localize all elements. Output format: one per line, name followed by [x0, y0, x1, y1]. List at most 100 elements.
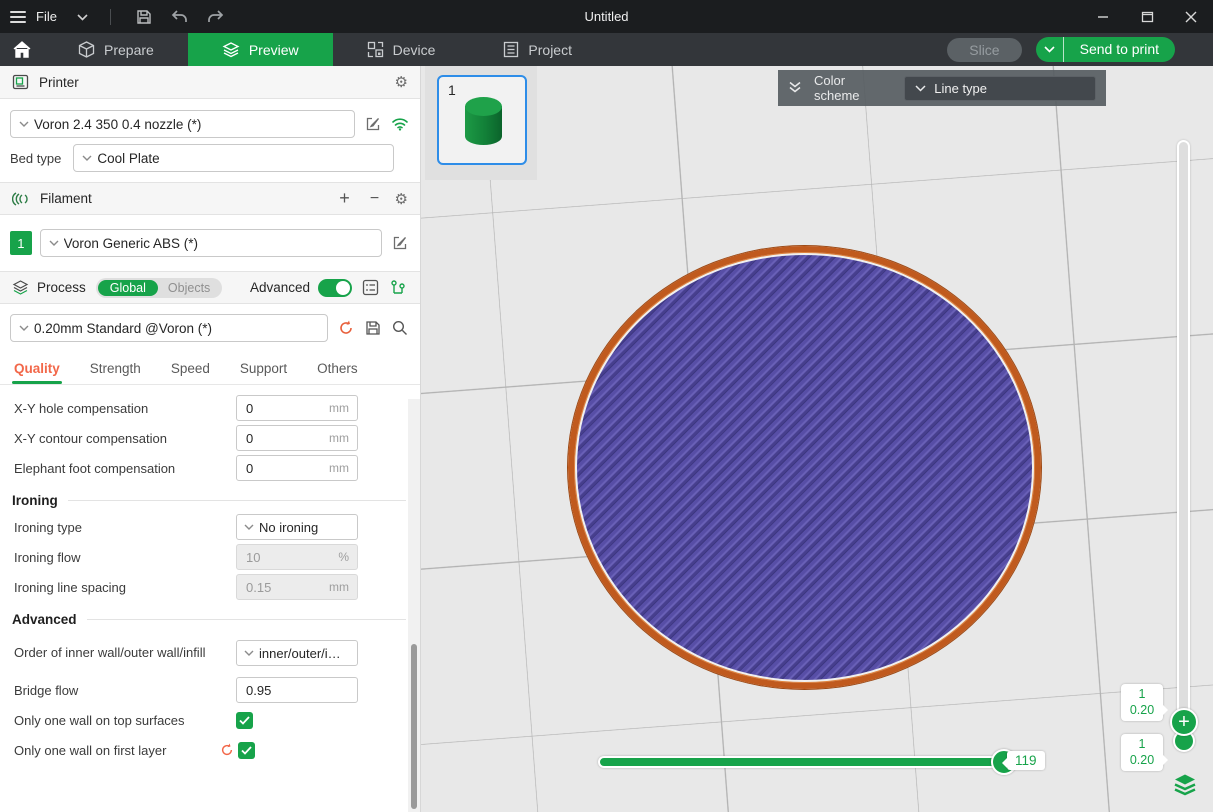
param-row: Ironing line spacing mm	[14, 572, 420, 602]
one-wall-first-layer-checkbox[interactable]	[238, 742, 255, 759]
layer-slider-bottom-tooltip: 1 0.20	[1121, 734, 1163, 771]
ironing-type-select[interactable]: No ironing	[236, 514, 358, 540]
panel-scrollbar-thumb[interactable]	[411, 644, 417, 809]
xy-contour-compensation-field[interactable]: mm	[236, 425, 358, 451]
search-icon[interactable]	[391, 318, 410, 338]
param-row: Only one wall on first layer	[14, 735, 420, 765]
panel-scrollbar[interactable]	[408, 399, 420, 812]
scope-global[interactable]: Global	[98, 280, 158, 296]
tab-strength[interactable]: Strength	[90, 354, 141, 384]
param-input[interactable]	[237, 683, 357, 698]
param-input[interactable]	[237, 431, 329, 446]
process-scope-switch[interactable]: Global Objects	[96, 278, 223, 298]
layers-view-icon[interactable]	[1171, 772, 1199, 799]
object-thumbnail-cylinder	[465, 97, 502, 145]
param-unit: %	[338, 550, 357, 564]
param-unit: mm	[329, 461, 357, 475]
plate-thumbnail[interactable]: 1	[437, 75, 527, 165]
wall-order-select[interactable]: inner/outer/i…	[236, 640, 358, 666]
param-unit: mm	[329, 431, 357, 445]
group-title: Ironing	[12, 493, 58, 508]
redo-icon[interactable]	[201, 5, 231, 29]
filament-settings-gear-icon[interactable]: ⚙	[395, 190, 408, 208]
objects-list-icon[interactable]	[360, 278, 380, 298]
param-row: X-Y contour compensation mm	[14, 423, 420, 453]
printer-preset-value: Voron 2.4 350 0.4 nozzle (*)	[34, 117, 201, 132]
param-label: X-Y hole compensation	[14, 401, 236, 416]
elephant-foot-compensation-field[interactable]: mm	[236, 455, 358, 481]
param-label: Ironing flow	[14, 550, 236, 565]
printer-preset-select[interactable]: Voron 2.4 350 0.4 nozzle (*)	[10, 110, 355, 138]
filament-slot-badge[interactable]: 1	[10, 231, 32, 255]
process-preset-select[interactable]: 0.20mm Standard @Voron (*)	[10, 314, 328, 342]
xy-hole-compensation-field[interactable]: mm	[236, 395, 358, 421]
save-preset-icon[interactable]	[364, 318, 383, 338]
move-slider-value: 119	[1007, 751, 1045, 770]
close-button[interactable]	[1169, 0, 1213, 33]
tab-others[interactable]: Others	[317, 354, 358, 384]
advanced-label: Advanced	[250, 280, 310, 295]
chevron-down-icon	[244, 524, 254, 530]
undo-modified-value-icon[interactable]	[220, 743, 234, 757]
tab-device[interactable]: Device	[333, 33, 470, 66]
collapse-legend-icon[interactable]	[788, 81, 802, 96]
tab-speed[interactable]: Speed	[171, 354, 210, 384]
bed-type-value: Cool Plate	[97, 151, 159, 166]
param-input[interactable]	[237, 401, 329, 416]
slice-button[interactable]: Slice	[947, 38, 1021, 62]
sliced-object-first-layer[interactable]	[568, 246, 1041, 689]
param-row: X-Y hole compensation mm	[14, 393, 420, 423]
file-menu-chevron-icon[interactable]	[77, 9, 88, 24]
layer-slider-top-tooltip: 1 0.20	[1121, 684, 1163, 721]
parameter-table-icon[interactable]	[388, 278, 408, 298]
line-type-select[interactable]: Line type	[904, 76, 1096, 101]
tab-preview[interactable]: Preview	[188, 33, 333, 66]
send-options-chevron[interactable]	[1036, 37, 1064, 62]
layer-number: 1	[1121, 687, 1163, 703]
add-filament-button[interactable]: +	[335, 189, 355, 209]
param-row: Order of inner wall/outer wall/infill in…	[14, 631, 420, 675]
param-label: Bridge flow	[14, 683, 236, 698]
file-menu[interactable]: File	[36, 9, 57, 24]
wifi-connection-icon[interactable]	[391, 114, 410, 134]
tab-prepare[interactable]: Prepare	[44, 33, 188, 66]
remove-filament-button[interactable]: −	[365, 189, 385, 209]
layer-height: 0.20	[1121, 703, 1163, 719]
advanced-toggle[interactable]	[318, 279, 352, 297]
edit-printer-icon[interactable]	[363, 114, 382, 134]
title-bar: File Untitled	[0, 0, 1213, 33]
tab-quality[interactable]: Quality	[14, 354, 60, 384]
chevron-down-icon	[915, 85, 926, 92]
layer-number: 1	[1121, 737, 1163, 753]
plate-thumbnail-strip: 1	[425, 66, 537, 180]
chevron-down-icon	[49, 240, 59, 246]
one-wall-top-checkbox[interactable]	[236, 712, 253, 729]
layer-slider-upper-handle-plus[interactable]: +	[1170, 708, 1198, 736]
preview-viewport[interactable]: 1 Color scheme Line type	[421, 66, 1213, 812]
param-unit: mm	[329, 401, 357, 415]
undo-icon[interactable]	[165, 5, 195, 29]
param-input[interactable]	[237, 461, 329, 476]
divider	[110, 9, 111, 25]
edit-filament-icon[interactable]	[390, 233, 410, 253]
filament-preset-select[interactable]: Voron Generic ABS (*)	[40, 229, 383, 257]
plate-number: 1	[448, 82, 456, 98]
reset-preset-icon[interactable]	[336, 318, 355, 338]
move-slider[interactable]	[598, 756, 1010, 768]
menu-icon[interactable]	[10, 11, 26, 23]
minimize-button[interactable]	[1081, 0, 1125, 33]
maximize-button[interactable]	[1125, 0, 1169, 33]
layer-slider-track[interactable]	[1177, 140, 1190, 724]
home-button[interactable]	[0, 33, 44, 66]
filament-icon	[12, 191, 30, 207]
filament-preset-value: Voron Generic ABS (*)	[64, 236, 198, 251]
send-to-print-button[interactable]: Send to print	[1064, 37, 1175, 62]
tab-device-label: Device	[393, 42, 436, 58]
save-icon[interactable]	[129, 5, 159, 29]
tab-project[interactable]: Project	[469, 33, 606, 66]
scope-objects[interactable]: Objects	[158, 280, 220, 296]
bed-type-select[interactable]: Cool Plate	[73, 144, 394, 172]
printer-settings-gear-icon[interactable]: ⚙	[395, 73, 408, 91]
bridge-flow-field[interactable]	[236, 677, 358, 703]
tab-support[interactable]: Support	[240, 354, 287, 384]
